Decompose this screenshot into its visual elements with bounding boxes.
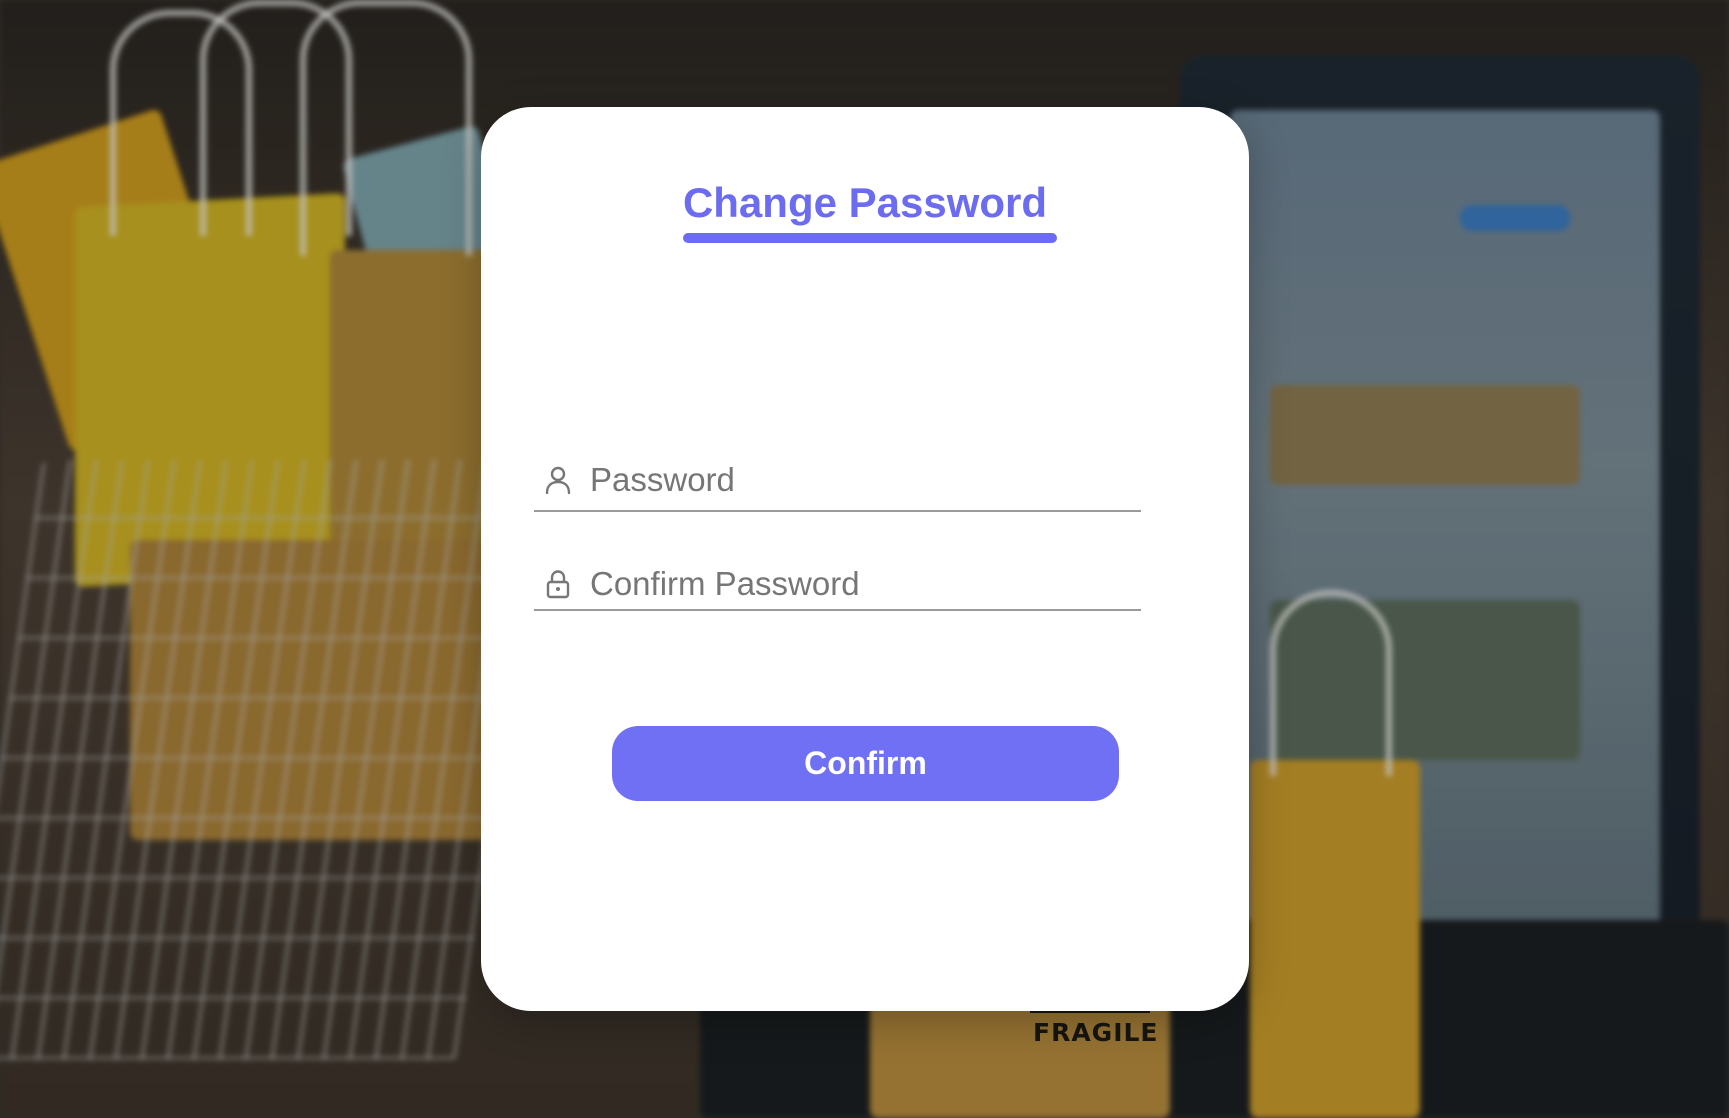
lock-icon bbox=[542, 568, 574, 600]
change-password-screen: FRAGILE Change Password Confirm bbox=[0, 0, 1729, 1118]
user-icon bbox=[542, 464, 574, 496]
confirm-button[interactable]: Confirm bbox=[612, 726, 1119, 801]
page-title: Change Password bbox=[682, 179, 1048, 226]
title-underline bbox=[683, 233, 1057, 243]
password-input[interactable] bbox=[590, 461, 1130, 499]
password-field bbox=[534, 450, 1141, 512]
change-password-card: Change Password Confirm bbox=[481, 107, 1249, 1011]
confirm-password-field bbox=[534, 559, 1141, 611]
confirm-password-input[interactable] bbox=[590, 565, 1130, 603]
